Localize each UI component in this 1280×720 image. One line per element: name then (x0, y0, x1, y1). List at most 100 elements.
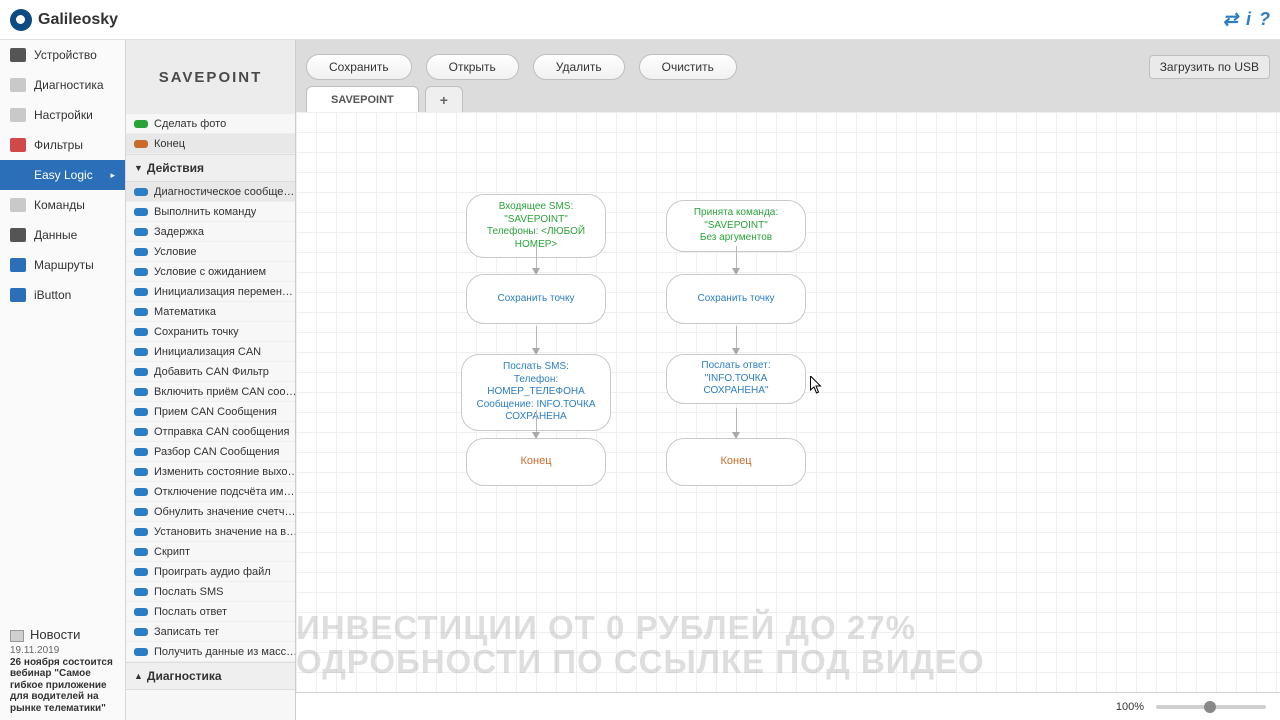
block-label: Включить приём CAN соо… (154, 386, 295, 398)
clear-button[interactable]: Очистить (639, 54, 737, 80)
block-label: Инициализация CAN (154, 346, 261, 358)
palette-block[interactable]: Включить приём CAN соо… (126, 382, 295, 402)
palette-block[interactable]: Изменить состояние выхо… (126, 462, 295, 482)
palette-block[interactable]: Условие с ожиданием (126, 262, 295, 282)
flow-canvas[interactable]: Входящее SMS: "SAVEPOINT" Телефоны: <ЛЮБ… (296, 112, 1280, 692)
tab-add[interactable]: + (425, 86, 463, 112)
tab-savepoint[interactable]: SAVEPOINT (306, 86, 419, 112)
block-icon (134, 208, 148, 216)
palette-block[interactable]: Установить значение на в… (126, 522, 295, 542)
node-right-send[interactable]: Послать ответ: "INFO.ТОЧКА СОХРАНЕНА" (666, 354, 806, 404)
block-icon (134, 140, 148, 148)
palette-block[interactable]: Выполнить команду (126, 202, 295, 222)
sidebar-item-label: Устройство (34, 48, 97, 62)
brand-text: Galileosky (38, 11, 118, 29)
tabstrip: SAVEPOINT + (296, 80, 1280, 112)
arrow (736, 246, 737, 274)
caret-down-icon: ▼ (134, 163, 143, 173)
palette-block[interactable]: Скрипт (126, 542, 295, 562)
open-button[interactable]: Открыть (426, 54, 519, 80)
palette-block[interactable]: Отправка CAN сообщения (126, 422, 295, 442)
palette-block[interactable]: Сделать фото (126, 114, 295, 134)
sidebar-item-8[interactable]: iButton (0, 280, 125, 310)
palette-block[interactable]: Записать тег (126, 622, 295, 642)
node-right-save[interactable]: Сохранить точку (666, 274, 806, 324)
block-label: Прием CAN Сообщения (154, 406, 277, 418)
block-label: Установить значение на в… (154, 526, 295, 538)
palette-block[interactable]: Задержка (126, 222, 295, 242)
block-icon (134, 428, 148, 436)
block-label: Проиграть аудио файл (154, 566, 271, 578)
watermark: ИНВЕСТИЦИИ ОТ 0 РУБЛЕЙ ДО 27% ОДРОБНОСТИ… (296, 611, 1280, 680)
palette-block[interactable]: Прием CAN Сообщения (126, 402, 295, 422)
palette-block[interactable]: Получить данные из масс… (126, 642, 295, 662)
block-label: Отключение подсчёта им… (154, 486, 294, 498)
sidebar-item-6[interactable]: Данные (0, 220, 125, 250)
palette-block[interactable]: Проиграть аудио файл (126, 562, 295, 582)
palette-block[interactable]: Конец (126, 134, 295, 154)
block-icon (134, 608, 148, 616)
node-right-trigger[interactable]: Принята команда: "SAVEPOINT" Без аргумен… (666, 200, 806, 252)
upload-usb-button[interactable]: Загрузить по USB (1149, 55, 1270, 79)
block-label: Скрипт (154, 546, 190, 558)
palette-block[interactable]: Условие (126, 242, 295, 262)
sidebar-item-1[interactable]: Диагностика (0, 70, 125, 100)
sidebar-item-label: Маршруты (34, 258, 94, 272)
sidebar-icon (10, 198, 26, 212)
lang-icon[interactable]: ⇄ (1223, 9, 1238, 30)
palette-block[interactable]: Послать SMS (126, 582, 295, 602)
sidebar-icon (10, 288, 26, 302)
help-icon[interactable]: ? (1259, 9, 1270, 30)
sidebar-icon (10, 138, 26, 152)
palette-block[interactable]: Отключение подсчёта им… (126, 482, 295, 502)
block-label: Инициализация перемен… (154, 286, 293, 298)
brand-glyph-icon (10, 9, 32, 31)
sidebar-item-2[interactable]: Настройки (0, 100, 125, 130)
sidebar: Устройство Диагностика Настройки ФильтрыEas… (0, 40, 126, 720)
palette-block[interactable]: Инициализация перемен… (126, 282, 295, 302)
sidebar-item-label: iButton (34, 288, 71, 302)
node-left-end[interactable]: Конец (466, 438, 606, 486)
block-label: Сделать фото (154, 118, 226, 130)
sidebar-item-label: Настройки (34, 108, 93, 122)
palette-block[interactable]: Разбор CAN Сообщения (126, 442, 295, 462)
block-icon (134, 348, 148, 356)
block-icon (134, 408, 148, 416)
block-palette: SAVEPOINT Сделать фотоКонец▼Действия Диа… (126, 40, 296, 720)
zoom-knob[interactable] (1204, 701, 1216, 713)
palette-block[interactable]: Инициализация CAN (126, 342, 295, 362)
sidebar-item-5[interactable]: Команды (0, 190, 125, 220)
zoom-slider[interactable] (1156, 705, 1266, 709)
block-icon (134, 508, 148, 516)
node-right-end[interactable]: Конец (666, 438, 806, 486)
palette-block[interactable]: Диагностическое сообще… (126, 182, 295, 202)
block-label: Отправка CAN сообщения (154, 426, 290, 438)
save-button[interactable]: Сохранить (306, 54, 412, 80)
block-label: Получить данные из масс… (154, 646, 295, 658)
block-label: Разбор CAN Сообщения (154, 446, 279, 458)
block-icon (134, 288, 148, 296)
delete-button[interactable]: Удалить (533, 54, 625, 80)
sidebar-news[interactable]: Новости 19.11.2019 26 ноября состоится в… (0, 622, 125, 720)
palette-block[interactable]: Добавить CAN Фильтр (126, 362, 295, 382)
sidebar-item-label: Команды (34, 198, 85, 212)
sidebar-item-4[interactable]: Easy Logic▸ (0, 160, 125, 190)
palette-block[interactable]: Сохранить точку (126, 322, 295, 342)
palette-section-actions[interactable]: ▼Действия (126, 154, 295, 182)
news-date: 19.11.2019 (10, 645, 117, 657)
block-label: Выполнить команду (154, 206, 256, 218)
sidebar-item-7[interactable]: Маршруты (0, 250, 125, 280)
block-icon (134, 328, 148, 336)
info-icon[interactable]: i (1246, 9, 1251, 30)
sidebar-item-0[interactable]: Устройство (0, 40, 125, 70)
palette-block[interactable]: Послать ответ (126, 602, 295, 622)
sidebar-item-3[interactable]: Фильтры (0, 130, 125, 160)
palette-section-diagnostics[interactable]: ▲Диагностика (126, 662, 295, 690)
node-left-save[interactable]: Сохранить точку (466, 274, 606, 324)
arrow (536, 246, 537, 274)
block-icon (134, 588, 148, 596)
block-icon (134, 528, 148, 536)
arrow (736, 408, 737, 438)
palette-block[interactable]: Обнулить значение счетч… (126, 502, 295, 522)
palette-block[interactable]: Математика (126, 302, 295, 322)
